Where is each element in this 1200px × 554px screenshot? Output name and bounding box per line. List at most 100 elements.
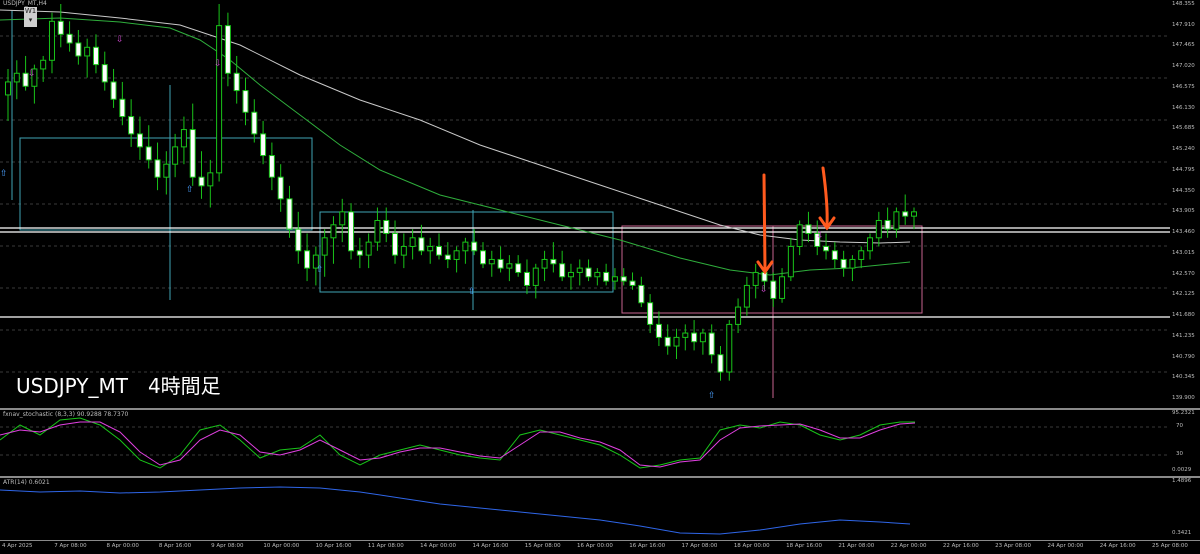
atr-line	[0, 486, 911, 535]
candle	[673, 328, 680, 360]
timeframe-button[interactable]: W1 ▾	[24, 7, 37, 27]
down-signal-icon: ⇩	[116, 35, 124, 45]
candle	[295, 211, 302, 264]
candle	[216, 4, 223, 182]
candle	[66, 21, 73, 52]
candle	[383, 207, 390, 243]
time-axis-label: 10 Apr 00:00	[263, 543, 300, 549]
time-axis-label: 18 Apr 16:00	[786, 543, 822, 549]
candle	[75, 29, 82, 65]
candle	[691, 320, 698, 351]
atr-axis-label: 0.3421	[1172, 530, 1192, 536]
candle	[189, 103, 196, 186]
chart-title: USDJPY_MT,H4	[3, 0, 47, 7]
candle	[136, 116, 143, 160]
stoch-axis-label: 95.2321	[1172, 410, 1195, 416]
candle	[541, 250, 548, 282]
price-axis-label: 148.355	[1172, 1, 1195, 7]
candle	[893, 207, 900, 238]
candle	[119, 81, 126, 126]
time-axis-label: 16 Apr 16:00	[629, 543, 666, 549]
candle	[233, 55, 240, 104]
candle	[268, 142, 275, 191]
atr-title: ATR(14) 0.6021	[3, 479, 50, 486]
time-axis-label: 4 Apr 2025	[2, 543, 33, 549]
candle	[462, 237, 469, 264]
price-axis-label: 146.575	[1172, 83, 1195, 90]
price-axis-label: 145.240	[1172, 146, 1195, 153]
candle	[128, 99, 135, 147]
time-axis-label: 9 Apr 08:00	[211, 543, 244, 549]
down-signal-icon: ⇩	[760, 285, 768, 295]
price-axis-label: 141.235	[1172, 332, 1195, 339]
atr-pane[interactable]: ATR(14) 0.6021	[0, 478, 1170, 540]
candle	[638, 276, 645, 308]
candle	[902, 194, 909, 225]
candle	[180, 116, 187, 165]
candle	[163, 151, 170, 195]
time-axis-label: 7 Apr 08:00	[54, 543, 87, 549]
stoch-axis-label: 30	[1176, 451, 1183, 457]
price-axis-label: 143.460	[1172, 229, 1195, 236]
candle	[699, 328, 706, 355]
chart-caption: USDJPY_MT 4時間足	[16, 374, 221, 398]
candle	[567, 263, 574, 290]
candle	[647, 294, 654, 334]
time-axis-label: 15 Apr 08:00	[524, 543, 561, 549]
price-axis-label: 140.790	[1172, 353, 1195, 360]
time-axis-label: 22 Apr 00:00	[890, 543, 927, 549]
time-axis: 4 Apr 2025 7 Apr 08:00 8 Apr 00:00 8 Apr 16…	[0, 541, 1200, 554]
candle	[717, 346, 724, 381]
time-axis-label: 18 Apr 00:00	[733, 543, 770, 549]
atr-chart	[0, 486, 911, 535]
time-axis-label: 23 Apr 08:00	[995, 543, 1032, 549]
candle	[48, 12, 55, 74]
price-axis-label: 144.795	[1172, 166, 1195, 173]
candle	[523, 259, 530, 295]
candle	[875, 211, 882, 247]
candle	[576, 259, 583, 286]
down-signal-icon: ⇩	[816, 231, 824, 241]
price-chart-pane[interactable]: ⇩ ⇩ ⇩ ⇩ ⇩ ⇧ ⇧ ⇧ ⇧ ⇧ USDJPY_MT,H4 W1 ▾ USD…	[0, 0, 1170, 408]
stochastic-signal-line	[0, 421, 916, 468]
candle	[57, 4, 64, 48]
time-axis-label: 14 Apr 00:00	[420, 543, 457, 549]
stochastic-pane[interactable]: fxnav_stochastic (8,3,3) 90.9288 78.7370	[0, 410, 1170, 476]
candle	[154, 142, 161, 191]
candle	[409, 229, 416, 260]
time-axis-label: 11 Apr 08:00	[367, 543, 404, 549]
price-axis: 148.355 147.910 147.465 147.020 146.575 146.1…	[1170, 0, 1200, 408]
candle	[427, 237, 434, 264]
candle	[101, 51, 108, 91]
candle	[629, 272, 636, 290]
time-axis-label: 21 Apr 08:00	[838, 543, 875, 549]
price-axis-label: 143.015	[1172, 249, 1195, 256]
stoch-axis-label: 0.0029	[1172, 467, 1192, 473]
candle	[277, 164, 284, 212]
time-axis-label: 25 Apr 08:00	[1152, 543, 1188, 549]
price-axis-label: 142.125	[1172, 291, 1195, 298]
candle	[884, 207, 891, 238]
candle	[849, 255, 856, 282]
candle	[304, 233, 311, 282]
stochastic-title: fxnav_stochastic (8,3,3) 90.9288 78.7370	[3, 411, 129, 418]
atr-axis-label: 1.4896	[1172, 478, 1192, 484]
stochastic-chart	[0, 417, 1170, 469]
candle	[559, 250, 566, 282]
candle	[805, 211, 812, 243]
price-axis-label: 146.130	[1172, 104, 1195, 111]
candle	[400, 233, 407, 269]
candle	[867, 233, 874, 260]
up-signal-icon: ⇧	[0, 169, 8, 179]
candle	[664, 324, 671, 355]
time-axis-label: 24 Apr 00:00	[1047, 543, 1084, 549]
candle	[84, 38, 91, 78]
stoch-axis-label: 70	[1176, 423, 1183, 429]
candle	[497, 246, 504, 273]
price-axis-label: 140.345	[1172, 374, 1195, 381]
price-axis-label: 143.905	[1172, 208, 1195, 215]
time-axis-label: 8 Apr 00:00	[106, 543, 139, 549]
candle	[242, 77, 249, 126]
candle	[339, 198, 346, 243]
candle	[251, 99, 258, 143]
